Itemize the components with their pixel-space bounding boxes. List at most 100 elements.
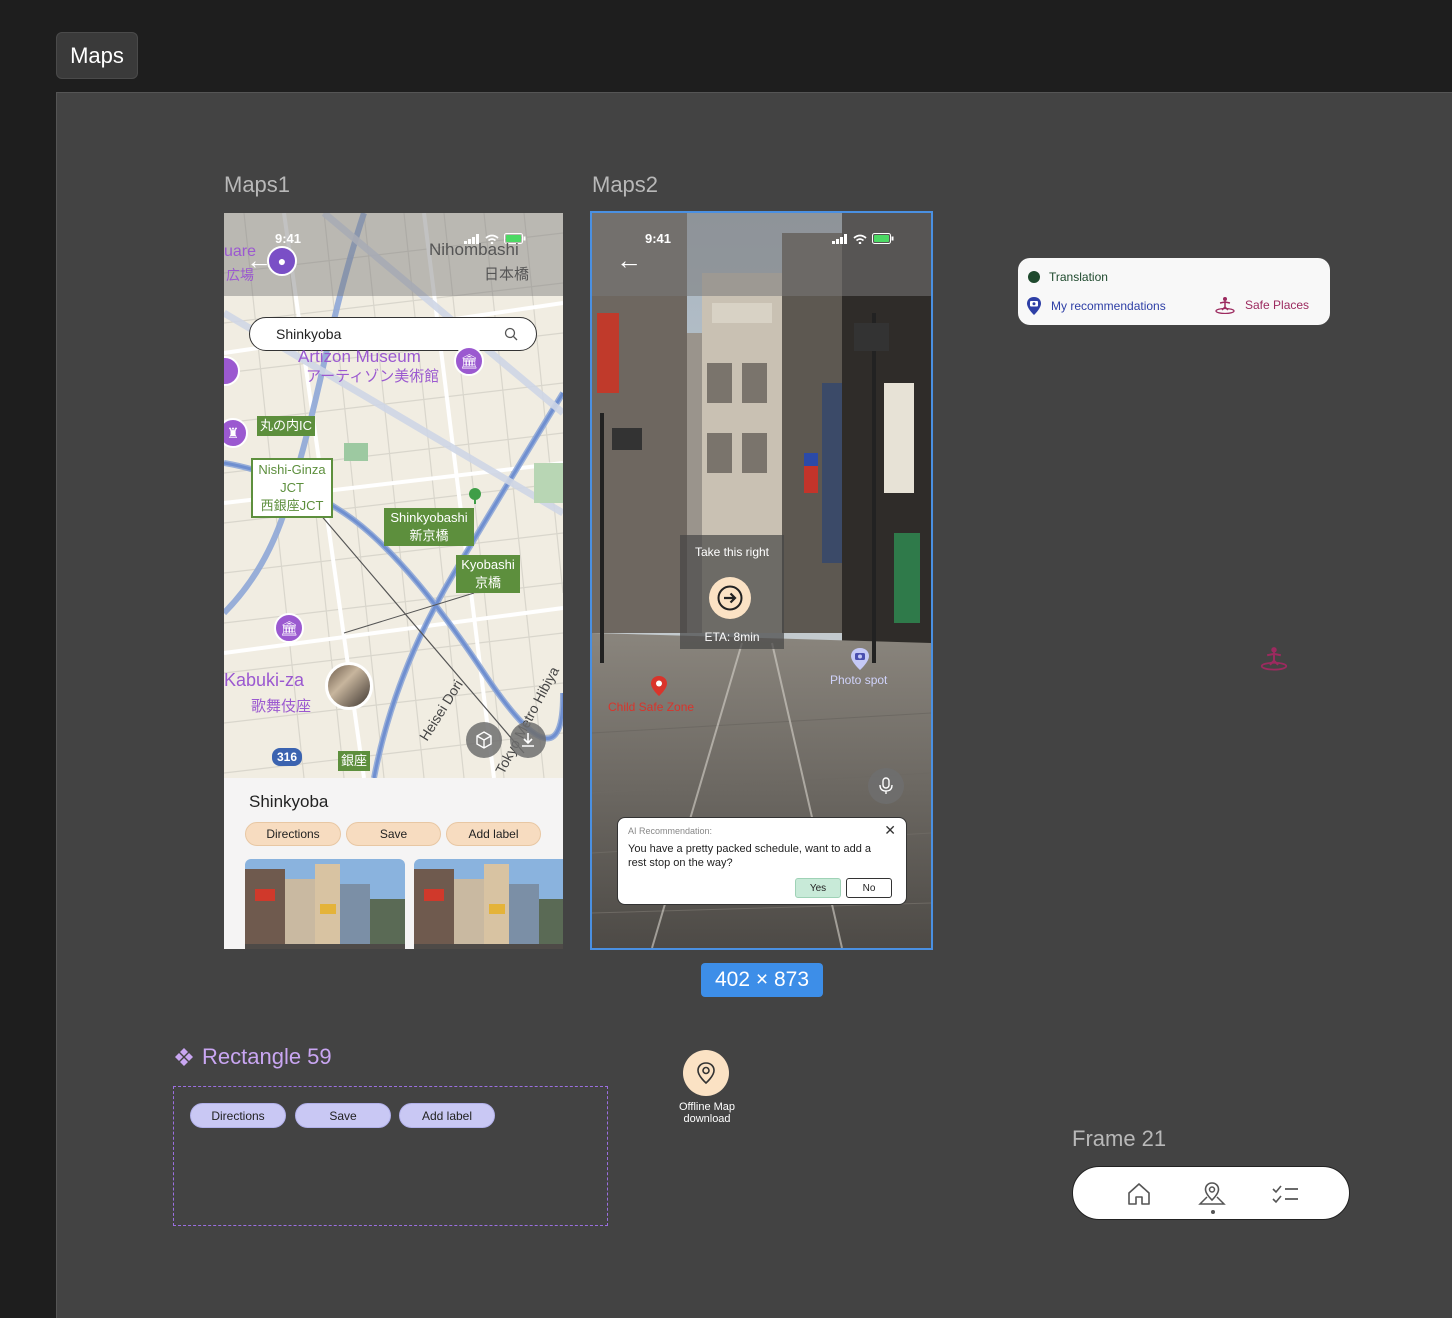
place-photo-thumbnail[interactable] bbox=[245, 859, 405, 949]
search-icon[interactable] bbox=[504, 327, 518, 341]
save-button[interactable]: Save bbox=[346, 822, 441, 846]
component-icon bbox=[175, 1048, 193, 1066]
map-view[interactable]: 9:41 ← Nihombashi 日本橋 uare 広場 ● Shinkyob… bbox=[224, 213, 563, 778]
offline-map-download-button[interactable] bbox=[683, 1050, 729, 1096]
offline-map-label: Offline Map download bbox=[666, 1101, 748, 1125]
safe-zone-pin-icon[interactable] bbox=[650, 675, 668, 697]
battery-icon bbox=[872, 233, 894, 244]
nav-instruction: Take this right bbox=[694, 545, 770, 559]
page-title-tab[interactable]: Maps bbox=[56, 32, 138, 79]
legend-translation-label: Translation bbox=[1049, 270, 1108, 284]
legend-safe-places[interactable]: Safe Places bbox=[1214, 296, 1309, 314]
map-label-nihombashi: Nihombashi bbox=[429, 240, 519, 259]
page-title: Maps bbox=[70, 42, 124, 68]
download-icon bbox=[522, 733, 534, 747]
poi-pin-icon[interactable]: ● bbox=[267, 246, 297, 276]
status-icons bbox=[832, 233, 894, 244]
location-pin-icon bbox=[697, 1062, 715, 1085]
frame-maps1[interactable]: 9:41 ← Nihombashi 日本橋 uare 広場 ● Shinkyob… bbox=[224, 213, 563, 949]
component-label[interactable]: Rectangle 59 bbox=[174, 1044, 332, 1070]
safe-places-icon[interactable] bbox=[1259, 645, 1289, 671]
selection-dimensions-badge: 402 × 873 bbox=[701, 963, 823, 997]
voice-input-button[interactable] bbox=[868, 768, 904, 804]
ai-heading: AI Recommendation: bbox=[628, 826, 713, 836]
map-label-jct: JCT bbox=[280, 480, 304, 495]
map-label-square: uare bbox=[224, 243, 257, 260]
checklist-icon bbox=[1272, 1185, 1298, 1204]
child-safe-zone-label: Child Safe Zone bbox=[608, 700, 695, 714]
map-label-shinkyobashi: Shinkyobashi 新京橋 bbox=[384, 508, 474, 546]
close-icon[interactable]: ✕ bbox=[884, 822, 896, 839]
street-photo bbox=[414, 859, 563, 949]
arrow-right-icon bbox=[717, 585, 743, 611]
map-tab[interactable] bbox=[1197, 1179, 1227, 1209]
search-input[interactable]: Shinkyoba bbox=[249, 317, 537, 351]
map-pin-icon bbox=[1198, 1182, 1226, 1205]
route-shield: 316 bbox=[272, 748, 303, 766]
frame-label-maps2[interactable]: Maps2 bbox=[592, 172, 658, 198]
place-details-sheet: Shinkyoba Directions Save Add label bbox=[224, 778, 563, 949]
map-label-square-jp: 広場 bbox=[226, 267, 254, 283]
recommendation-pin-icon bbox=[1027, 297, 1041, 315]
add-label-button[interactable]: Add label bbox=[399, 1103, 495, 1128]
home-tab[interactable] bbox=[1124, 1179, 1154, 1209]
legend-safe-places-label: Safe Places bbox=[1245, 298, 1310, 312]
navigation-instruction-card: Take this right ETA: 8min bbox=[680, 535, 784, 649]
map-label-kyobashi: Kyobashi 京橋 bbox=[456, 555, 520, 593]
offline-map-label-line1: Offline Map bbox=[678, 1101, 736, 1113]
map-legend: Translation My recommendations Safe Plac… bbox=[1018, 258, 1330, 325]
yes-button[interactable]: Yes bbox=[795, 878, 841, 898]
status-time: 9:41 bbox=[645, 231, 672, 246]
place-photo-avatar[interactable] bbox=[325, 662, 373, 710]
map-label-kabukiza-jp: 歌舞伎座 bbox=[251, 698, 312, 715]
active-tab-indicator bbox=[1211, 1210, 1215, 1214]
directions-button[interactable]: Directions bbox=[190, 1103, 286, 1128]
3d-view-button[interactable] bbox=[466, 722, 502, 758]
map-label-kyobashi-jp: 京橋 bbox=[474, 575, 501, 590]
map-label-museum-jp: アーティゾン美術館 bbox=[306, 368, 440, 385]
cube-icon bbox=[476, 731, 492, 749]
place-title: Shinkyoba bbox=[249, 792, 329, 811]
frame-maps2[interactable]: 9:41 ← Take this right ETA: 8min Photo s… bbox=[590, 211, 933, 950]
frame-label-maps1[interactable]: Maps1 bbox=[224, 172, 290, 198]
status-bar bbox=[592, 213, 931, 296]
map-label-museum: Artizon Museum bbox=[298, 347, 421, 366]
map-label-nishi-ginza-jct: Nishi-Ginza JCT 西銀座JCT bbox=[251, 458, 333, 518]
home-icon bbox=[1128, 1183, 1150, 1205]
map-label-shinkyobashi-en: Shinkyobashi bbox=[390, 510, 468, 525]
map-label-marunouchi-ic: 丸の内IC bbox=[257, 416, 316, 436]
map-label-kabukiza: Kabuki-za bbox=[224, 670, 305, 690]
place-photo-thumbnail[interactable] bbox=[414, 859, 563, 949]
theater-icon[interactable]: 🏛 bbox=[274, 613, 304, 643]
photo-spot-label: Photo spot bbox=[830, 673, 888, 687]
museum-icon[interactable]: 🏛 bbox=[454, 346, 484, 376]
map-label-ginza: 銀座 bbox=[338, 751, 371, 771]
legend-recommendations[interactable]: My recommendations bbox=[1026, 296, 1166, 316]
bottom-navigation-bar bbox=[1072, 1166, 1350, 1220]
download-button[interactable] bbox=[510, 722, 546, 758]
photo-spot-pin-icon[interactable] bbox=[850, 647, 870, 671]
legend-translation[interactable]: Translation bbox=[1028, 270, 1108, 284]
directions-button[interactable]: Directions bbox=[245, 822, 341, 846]
map-label-nishi-ginza: Nishi-Ginza bbox=[258, 462, 326, 477]
safe-places-icon bbox=[1215, 297, 1235, 314]
back-arrow-icon[interactable]: ← bbox=[616, 247, 642, 273]
turn-right-button[interactable] bbox=[709, 577, 751, 619]
save-button[interactable]: Save bbox=[295, 1103, 391, 1128]
checklist-tab[interactable] bbox=[1270, 1179, 1300, 1209]
map-label-nihombashi-jp: 日本橋 bbox=[484, 266, 530, 283]
status-time: 9:41 bbox=[275, 231, 302, 246]
ai-recommendation-card: AI Recommendation: ✕ You have a pretty p… bbox=[617, 817, 907, 905]
microphone-icon bbox=[879, 777, 893, 794]
component-rectangle-59[interactable]: Directions Save Add label bbox=[173, 1086, 608, 1226]
translation-dot-icon bbox=[1028, 271, 1040, 283]
map-label-shinkyobashi-jp: 新京橋 bbox=[409, 528, 449, 543]
eta-text: ETA: 8min bbox=[704, 630, 760, 644]
park-tree-icon bbox=[469, 488, 481, 504]
no-button[interactable]: No bbox=[846, 878, 892, 898]
legend-recommendations-label: My recommendations bbox=[1051, 299, 1166, 313]
ai-message: You have a pretty packed schedule, want … bbox=[628, 843, 871, 869]
component-name: Rectangle 59 bbox=[202, 1044, 332, 1069]
add-label-button[interactable]: Add label bbox=[446, 822, 541, 846]
frame-label-frame21[interactable]: Frame 21 bbox=[1072, 1126, 1166, 1152]
